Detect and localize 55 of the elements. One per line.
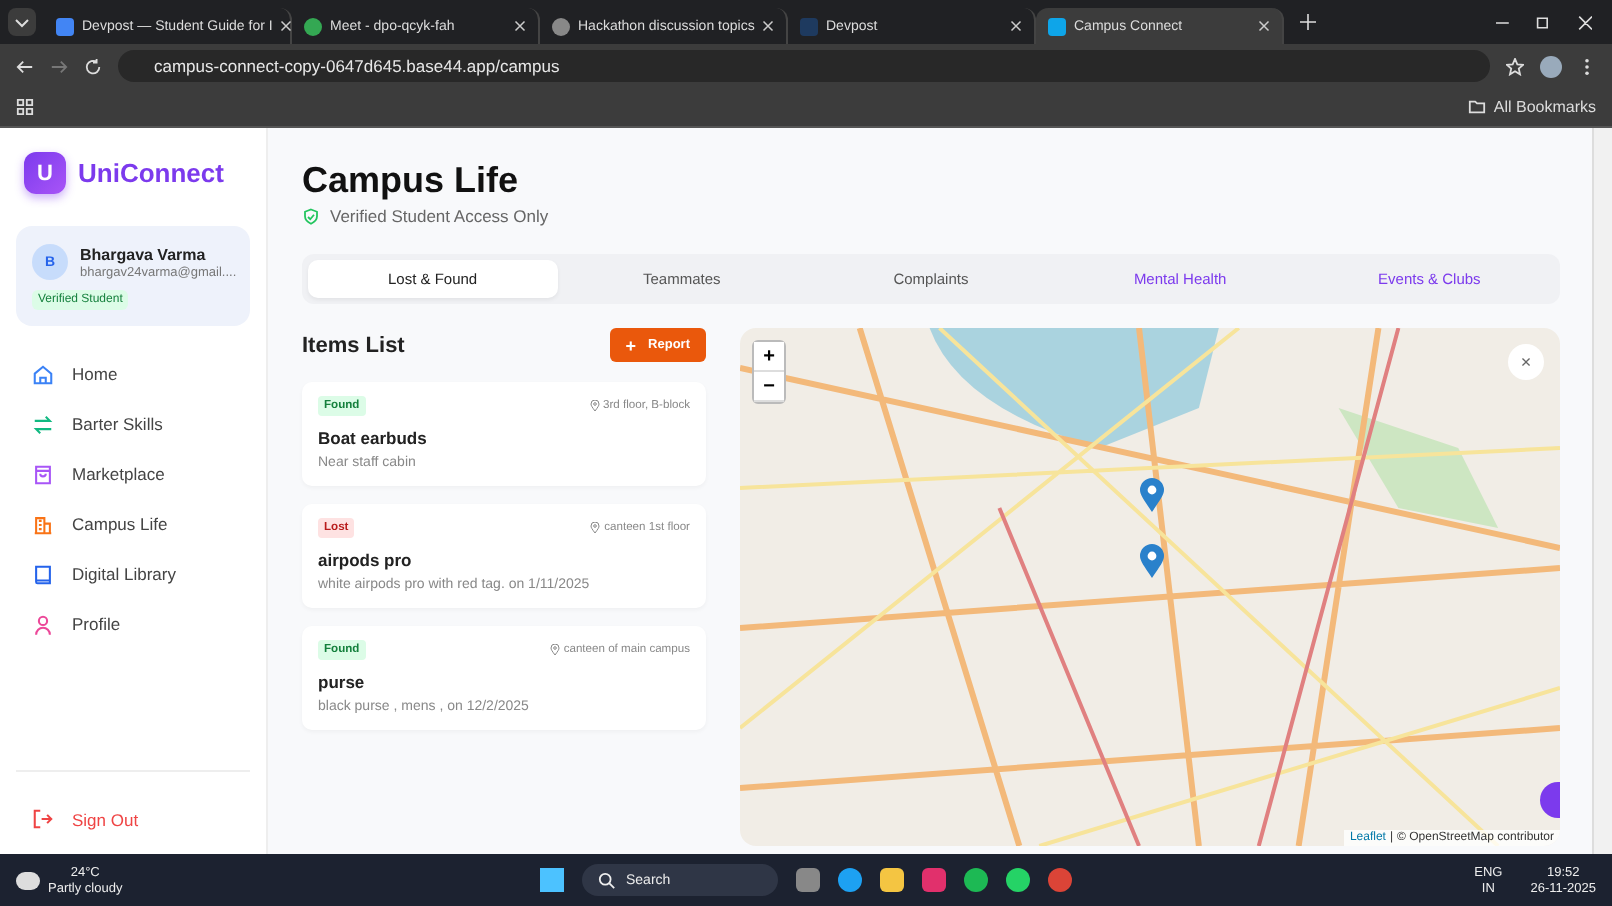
- location-pin-icon: [589, 400, 599, 412]
- close-icon[interactable]: [280, 20, 293, 32]
- section-title: Items List: [302, 333, 405, 357]
- nav-item[interactable]: Digital Library: [32, 558, 250, 590]
- location-pin-icon: [590, 522, 601, 534]
- shield-check-icon: [302, 207, 320, 225]
- taskbar-app-icon[interactable]: [1006, 868, 1030, 892]
- taskbar-app-icon[interactable]: [880, 868, 904, 892]
- user-name: Bhargava Varma: [80, 245, 206, 263]
- apps-icon[interactable]: [16, 98, 34, 116]
- weather-icon: [16, 871, 40, 889]
- folder-icon: [1467, 98, 1486, 116]
- scrollbar[interactable]: [1592, 128, 1612, 854]
- window-controls-icon[interactable]: [1496, 15, 1592, 29]
- bookmarks-folder[interactable]: All Bookmarks: [1467, 98, 1596, 116]
- map-marker-icon[interactable]: [1140, 544, 1164, 580]
- plus-icon[interactable]: [1300, 14, 1316, 30]
- chevron-down-icon[interactable]: [8, 8, 36, 36]
- favicon-icon: [1048, 17, 1066, 35]
- nav-item[interactable]: Home: [32, 358, 250, 390]
- logo-icon: U: [24, 152, 66, 194]
- close-icon[interactable]: [1010, 20, 1022, 32]
- back-icon[interactable]: [16, 57, 34, 75]
- taskbar-app-icon[interactable]: [964, 868, 988, 892]
- sign-out-icon: [32, 808, 54, 830]
- subtitle: Verified Student Access Only: [330, 206, 549, 226]
- sign-out-link[interactable]: Sign Out: [32, 808, 234, 830]
- star-icon[interactable]: [1506, 57, 1524, 75]
- forward-icon[interactable]: [50, 57, 68, 75]
- taskbar-app-icon[interactable]: [838, 868, 862, 892]
- page-title: Campus Life: [302, 160, 521, 202]
- close-icon[interactable]: [514, 20, 526, 32]
- item-name: Boat earbuds: [318, 428, 429, 448]
- nav-item[interactable]: Marketplace: [32, 458, 250, 490]
- reload-icon[interactable]: [84, 57, 102, 75]
- nav-item[interactable]: Barter Skills: [32, 408, 250, 440]
- favicon-icon: [800, 17, 818, 35]
- favicon-icon: [304, 17, 322, 35]
- start-icon[interactable]: [540, 868, 564, 892]
- close-icon[interactable]: [1258, 20, 1270, 32]
- item-name: purse: [318, 672, 367, 692]
- profile-avatar-icon[interactable]: [1540, 55, 1562, 77]
- address-field[interactable]: campus-connect-copy-0647d645.base44.app/campus: [118, 50, 1490, 82]
- brand-name: UniConnect: [78, 158, 224, 188]
- location-pin-icon: [549, 644, 560, 656]
- nav-item[interactable]: Profile: [32, 608, 250, 640]
- favicon-icon: [56, 17, 74, 35]
- item-name: airpods pro: [318, 550, 414, 570]
- taskbar-app-icon[interactable]: [796, 868, 820, 892]
- map-marker-icon[interactable]: [1140, 478, 1164, 514]
- zoom-in-button[interactable]: +: [754, 342, 784, 372]
- nav-item[interactable]: Campus Life: [32, 508, 250, 540]
- close-icon[interactable]: [762, 20, 775, 32]
- search-icon: [598, 871, 616, 889]
- favicon-icon: [552, 17, 570, 35]
